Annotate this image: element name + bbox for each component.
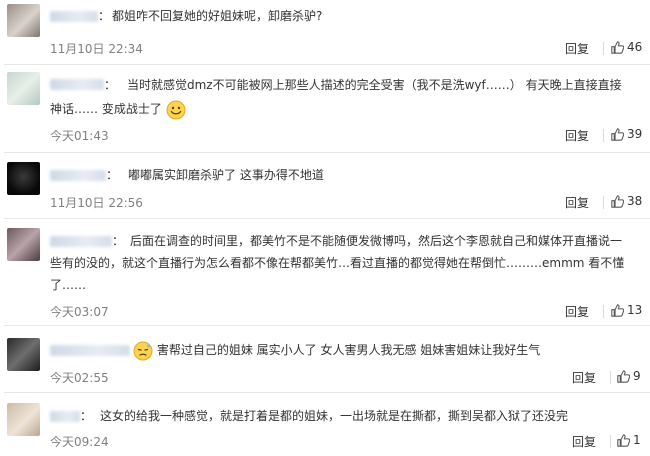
reply-button[interactable]: 回复 <box>565 127 589 144</box>
comment-timestamp: 11月10日 22:56 <box>50 196 143 210</box>
comment-item: ： 当时就感觉dmz不可能被网上那些人描述的完全受害（我不是洗wyf……） 有天… <box>0 65 650 153</box>
thinking-emoji-icon <box>133 341 153 360</box>
smile-emoji-icon <box>166 100 186 119</box>
comment-text: 都姐咋不回复她的好姐妹呢，卸磨杀驴? <box>112 9 323 23</box>
comment-text: 嘟嘟属实卸磨杀驴了 这事办得不地道 <box>128 168 324 182</box>
thumbs-up-icon <box>611 194 624 208</box>
thumbs-up-icon <box>611 40 624 54</box>
comment-colon: ： <box>112 234 125 248</box>
reply-button[interactable]: 回复 <box>565 40 589 57</box>
like-button[interactable]: 39 <box>611 127 642 141</box>
avatar[interactable] <box>7 162 40 195</box>
comment-colon: ： <box>104 78 117 92</box>
like-count: 46 <box>627 40 643 54</box>
username-blurred[interactable] <box>50 79 104 90</box>
username-blurred[interactable] <box>50 11 98 22</box>
comment-text-body: 害帮过自己的姐妹 属实小人了 女人害男人我无感 姐妹害姐妹让我好生气 <box>156 343 541 357</box>
avatar[interactable] <box>7 4 40 37</box>
like-count: 39 <box>627 127 643 141</box>
comment-text: 神话…… 变成战士了 <box>50 98 186 120</box>
comment-timestamp: 今天03:07 <box>50 305 109 319</box>
avatar[interactable] <box>7 403 40 436</box>
username-blurred[interactable] <box>50 236 112 247</box>
reply-button[interactable]: 回复 <box>572 369 596 386</box>
comment-text: 当时就感觉dmz不可能被网上那些人描述的完全受害（我不是洗wyf……） 有天晚上… <box>127 78 622 92</box>
comment-colon: ： <box>106 168 119 182</box>
divider <box>610 371 611 384</box>
like-count: 38 <box>627 194 643 208</box>
comment-text: 害帮过自己的姐妹 属实小人了 女人害男人我无感 姐妹害姐妹让我好生气 <box>133 339 540 361</box>
divider <box>603 305 604 318</box>
comment-item: ： 后面在调查的时间里，都美竹不是不能随便发微博吗，然后这个李恩就自己和媒体开直… <box>0 219 650 326</box>
divider <box>610 435 611 448</box>
reply-button[interactable]: 回复 <box>572 433 596 450</box>
like-button[interactable]: 9 <box>617 369 641 383</box>
thumbs-up-icon <box>617 433 630 447</box>
thumbs-up-icon <box>611 303 624 317</box>
reply-button[interactable]: 回复 <box>565 303 589 320</box>
like-count: 13 <box>627 303 643 317</box>
like-button[interactable]: 38 <box>611 194 642 208</box>
avatar[interactable] <box>7 338 40 371</box>
divider <box>603 196 604 209</box>
comment-item: ： 这女的给我一种感觉，就是打着是都的姐妹，一出场就是在撕都，撕到吴都入狱了还没… <box>0 393 650 456</box>
comment-timestamp: 今天01:43 <box>50 129 109 143</box>
divider <box>603 129 604 142</box>
like-count: 1 <box>633 433 641 447</box>
thumbs-up-icon <box>611 127 624 141</box>
like-button[interactable]: 1 <box>617 433 641 447</box>
like-button[interactable]: 46 <box>611 40 642 54</box>
comment-text-line-2: 些有的没的，就这个直播行为怎么看都不像在帮都美竹…看过直播的都觉得她在帮倒忙……… <box>50 256 625 270</box>
comment-timestamp: 11月10日 22:34 <box>50 42 143 56</box>
reply-button[interactable]: 回复 <box>565 194 589 211</box>
comment-item: ： 都姐咋不回复她的好姐妹呢，卸磨杀驴? 11月10日 22:34 回复 46 <box>0 0 650 65</box>
username-blurred[interactable] <box>50 411 80 422</box>
comment-text: 后面在调查的时间里，都美竹不是不能随便发微博吗，然后这个李恩就自己和媒体开直播说… <box>130 234 623 248</box>
comment-text-line-3: 了…… <box>50 278 87 292</box>
comment-item: 害帮过自己的姐妹 属实小人了 女人害男人我无感 姐妹害姐妹让我好生气 今天02:… <box>0 326 650 393</box>
thumbs-up-icon <box>617 369 630 383</box>
avatar[interactable] <box>7 72 40 105</box>
comment-item: ： 嘟嘟属实卸磨杀驴了 这事办得不地道 11月10日 22:56 回复 38 <box>0 153 650 219</box>
comment-colon: ： <box>80 409 93 423</box>
divider <box>603 42 604 55</box>
avatar[interactable] <box>7 228 40 261</box>
username-blurred[interactable] <box>50 345 130 356</box>
comment-text: 这女的给我一种感觉，就是打着是都的姐妹，一出场就是在撕都，撕到吴都入狱了还没完 <box>100 409 569 423</box>
comment-colon: ： <box>98 9 111 23</box>
like-count: 9 <box>633 369 641 383</box>
comment-timestamp: 今天02:55 <box>50 371 109 385</box>
like-button[interactable]: 13 <box>611 303 642 317</box>
comment-timestamp: 今天09:24 <box>50 435 109 449</box>
username-blurred[interactable] <box>50 170 106 181</box>
comment-text-line-2: 神话…… 变成战士了 <box>50 102 162 116</box>
